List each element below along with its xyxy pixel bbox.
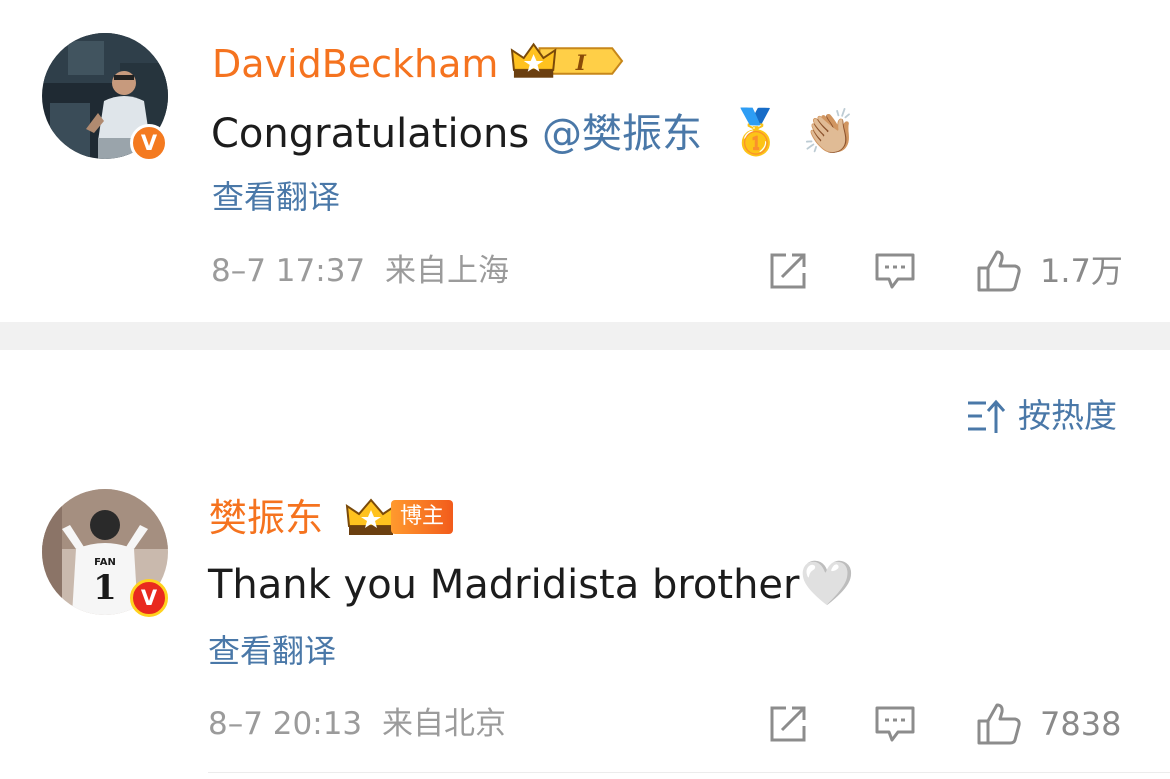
comment-username[interactable]: 樊振东 bbox=[209, 495, 323, 541]
thumbs-up-icon bbox=[977, 703, 1021, 745]
verified-red-badge-icon: V bbox=[130, 579, 168, 617]
comment-text: Thank you Madridista brother🤍 bbox=[208, 559, 854, 610]
comment-meta: 8–7 17:37 来自上海 bbox=[211, 251, 509, 291]
timestamp: 8–7 20:13 bbox=[208, 706, 363, 742]
comment-username[interactable]: DavidBeckham bbox=[212, 41, 498, 87]
comment-meta: 8–7 20:13 来自北京 bbox=[208, 704, 506, 744]
like-count: 7838 bbox=[1040, 705, 1122, 743]
comment-icon bbox=[875, 706, 915, 742]
share-button[interactable] bbox=[768, 251, 810, 295]
thumbs-up-icon bbox=[977, 250, 1021, 292]
comment-body: Congratulations bbox=[211, 111, 530, 157]
svg-text:I: I bbox=[575, 51, 587, 76]
share-icon bbox=[770, 253, 806, 289]
location: 来自上海 bbox=[385, 253, 509, 289]
reply-button[interactable] bbox=[874, 704, 916, 748]
section-divider bbox=[0, 322, 1170, 350]
reply-button[interactable] bbox=[874, 251, 916, 295]
row-separator bbox=[208, 772, 1170, 773]
white-heart-emoji: 🤍 bbox=[799, 558, 855, 609]
location: 来自北京 bbox=[382, 706, 506, 742]
share-button[interactable] bbox=[768, 704, 810, 748]
like-count: 1.7万 bbox=[1040, 252, 1123, 290]
share-icon bbox=[770, 706, 806, 742]
mention-link[interactable]: @樊振东 bbox=[542, 111, 702, 157]
like-button[interactable]: 7838 bbox=[976, 702, 1121, 746]
svg-text:1: 1 bbox=[93, 568, 117, 608]
comment-text: Congratulations @樊振东 🥇 👏🏼 bbox=[211, 108, 857, 159]
clapping-hands-emoji: 👏🏼 bbox=[802, 107, 857, 158]
crown-icon bbox=[345, 498, 397, 535]
like-button[interactable]: 1.7万 bbox=[976, 249, 1123, 293]
sort-by-heat-button[interactable]: 按热度 bbox=[966, 396, 1117, 436]
crown-level-badge: I bbox=[510, 42, 624, 78]
verified-badge-icon: V bbox=[130, 124, 168, 162]
gold-medal-emoji: 🥇 bbox=[728, 107, 784, 158]
timestamp: 8–7 17:37 bbox=[211, 253, 366, 289]
svg-text:FAN: FAN bbox=[94, 557, 116, 568]
comment-body: Thank you Madridista brother bbox=[208, 562, 800, 608]
sort-label: 按热度 bbox=[1018, 396, 1117, 435]
sort-icon bbox=[968, 399, 1006, 433]
blogger-badge[interactable]: 博主 bbox=[345, 496, 454, 538]
view-translation-link[interactable]: 查看翻译 bbox=[208, 631, 336, 671]
view-translation-link[interactable]: 查看翻译 bbox=[212, 177, 340, 217]
comment-icon bbox=[875, 253, 915, 289]
vip-crown-badge-icon[interactable]: I bbox=[510, 42, 624, 80]
blogger-tag: 博主 bbox=[391, 500, 454, 534]
